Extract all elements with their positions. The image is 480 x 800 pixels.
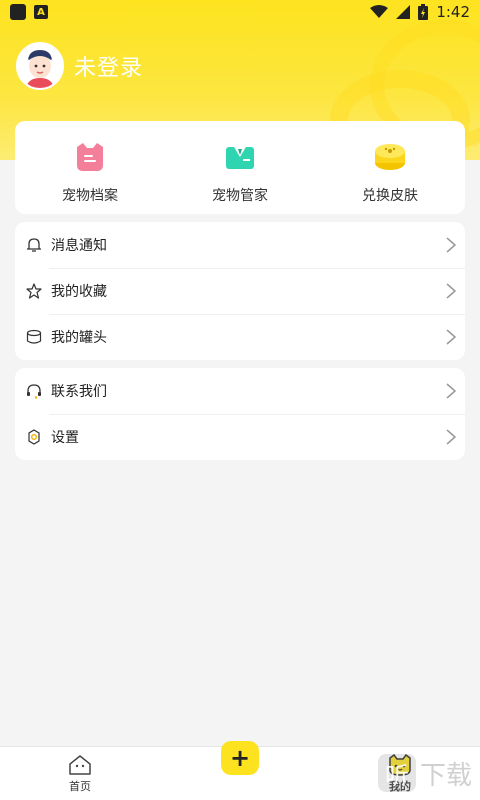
pet-butler-label: 宠物管家 bbox=[212, 188, 268, 204]
skin-exchange-button[interactable]: 兑换皮肤 bbox=[315, 121, 465, 214]
watermark: 听 下载 bbox=[377, 754, 472, 792]
pet-butler-button[interactable]: 宠物管家 bbox=[165, 121, 315, 214]
profile-header[interactable]: 未登录 bbox=[16, 42, 143, 90]
menu-item-label: 设置 bbox=[51, 430, 79, 446]
menu-group-2: 联系我们 设置 bbox=[15, 368, 465, 460]
tab-home[interactable]: 首页 bbox=[0, 747, 160, 800]
bell-icon bbox=[25, 236, 43, 254]
menu-item-label: 我的罐头 bbox=[51, 330, 107, 346]
menu-item-cans[interactable]: 我的罐头 bbox=[15, 314, 465, 360]
tab-home-label: 首页 bbox=[69, 780, 91, 793]
menu-item-label: 联系我们 bbox=[51, 384, 107, 400]
star-icon bbox=[25, 282, 43, 300]
settings-icon bbox=[25, 428, 43, 446]
chevron-right-icon bbox=[446, 429, 457, 445]
menu-item-settings[interactable]: 设置 bbox=[15, 414, 465, 460]
avatar[interactable] bbox=[16, 42, 64, 90]
menu-item-label: 我的收藏 bbox=[51, 284, 107, 300]
menu-item-favorites[interactable]: 我的收藏 bbox=[15, 268, 465, 314]
menu-item-label: 消息通知 bbox=[51, 238, 107, 254]
chevron-right-icon bbox=[446, 329, 457, 345]
headset-icon bbox=[25, 382, 43, 400]
watermark-logo: 听 bbox=[377, 754, 416, 792]
battery-icon bbox=[418, 4, 429, 20]
user-avatar-icon bbox=[18, 44, 62, 88]
chevron-right-icon bbox=[446, 237, 457, 253]
skin-exchange-label: 兑换皮肤 bbox=[362, 188, 418, 204]
skin-exchange-icon bbox=[375, 144, 405, 170]
quick-actions-card: 宠物档案 宠物管家 兑换皮肤 bbox=[15, 121, 465, 214]
add-button[interactable]: + bbox=[221, 741, 259, 775]
pet-butler-icon bbox=[226, 147, 254, 169]
watermark-text: 下载 bbox=[419, 760, 472, 791]
status-time: 1:42 bbox=[436, 3, 470, 21]
menu-group-1: 消息通知 我的收藏 我的罐头 bbox=[15, 222, 465, 360]
pet-file-icon bbox=[77, 143, 103, 171]
chevron-right-icon bbox=[446, 383, 457, 399]
can-icon bbox=[25, 328, 43, 346]
status-bar: A 1:42 bbox=[0, 0, 480, 24]
home-icon bbox=[69, 755, 91, 775]
tab-add[interactable]: + bbox=[160, 741, 320, 800]
app-notification-icon bbox=[10, 4, 26, 20]
pet-file-button[interactable]: 宠物档案 bbox=[15, 121, 165, 214]
a-notification-icon: A bbox=[34, 5, 48, 19]
chevron-right-icon bbox=[446, 283, 457, 299]
menu-item-notifications[interactable]: 消息通知 bbox=[15, 222, 465, 268]
wifi-icon bbox=[370, 5, 389, 18]
signal-icon bbox=[396, 5, 411, 19]
menu-item-contact[interactable]: 联系我们 bbox=[15, 368, 465, 414]
pet-file-label: 宠物档案 bbox=[62, 188, 118, 204]
login-status-text[interactable]: 未登录 bbox=[74, 50, 143, 82]
